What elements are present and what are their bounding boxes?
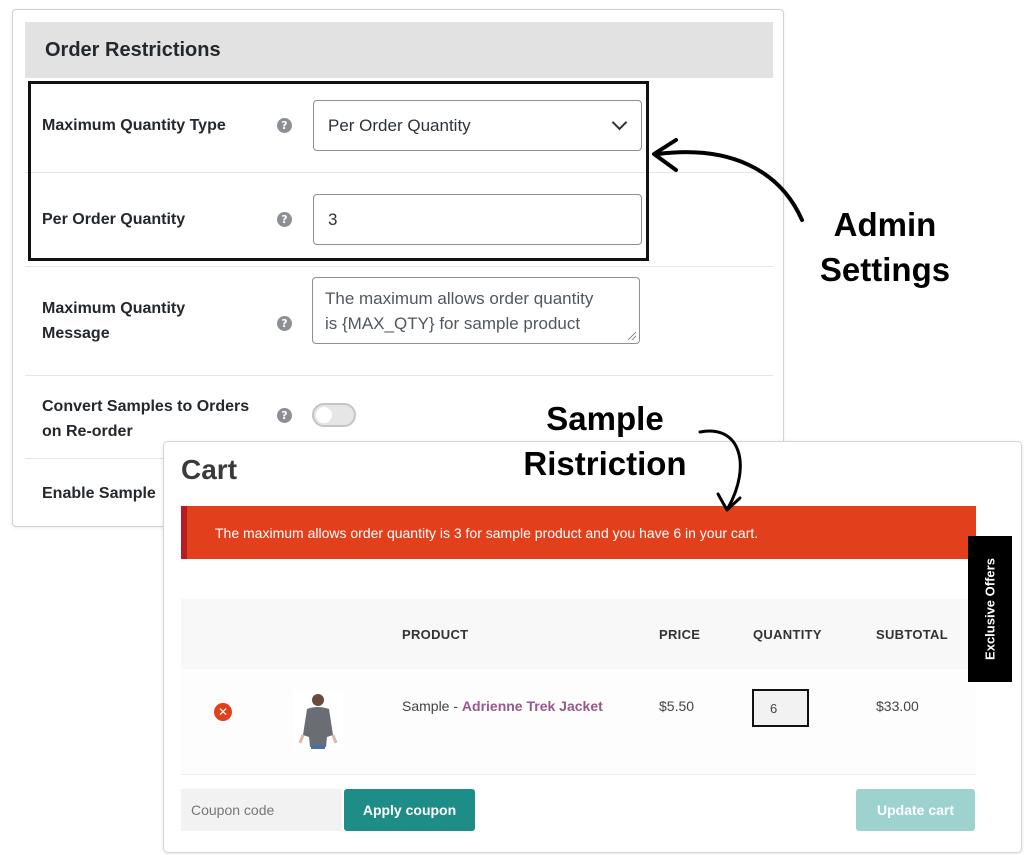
product-link[interactable]: Adrienne Trek Jacket <box>462 698 603 714</box>
convert-samples-label: Convert Samples to Orders on Re-order <box>42 394 249 444</box>
quantity-value: 6 <box>770 700 778 716</box>
annotation-line: Settings <box>819 251 951 288</box>
sample-restriction-annotation: Sample Ristriction <box>510 396 700 486</box>
remove-item-icon[interactable]: ✕ <box>214 703 232 721</box>
annotation-line: Ristriction <box>523 445 687 482</box>
help-icon[interactable]: ? <box>277 408 292 423</box>
max-qty-message-label: Maximum Quantity Message <box>42 296 185 346</box>
enable-sample-label: Enable Sample <box>42 485 156 502</box>
cart-panel: Cart The maximum allows order quantity i… <box>163 441 1022 853</box>
product-prefix: Sample - <box>402 698 462 714</box>
coupon-code-input[interactable]: Coupon code <box>181 789 342 831</box>
product-thumbnail[interactable] <box>293 691 343 749</box>
admin-settings-annotation: Admin Settings <box>810 202 960 292</box>
offers-tab-label: Exclusive Offers <box>982 558 998 660</box>
header-quantity: QUANTITY <box>753 627 822 642</box>
item-subtotal: $33.00 <box>876 698 919 714</box>
header-price: PRICE <box>659 627 701 642</box>
table-row: ✕ Sample - Adrienne Trek Jacket $5.50 6 … <box>181 669 976 775</box>
error-notice: The maximum allows order quantity is 3 f… <box>181 506 976 559</box>
resize-handle[interactable] <box>628 332 636 340</box>
highlight-frame <box>28 81 649 261</box>
textarea-line: The maximum allows order quantity <box>325 289 594 308</box>
label-line: Message <box>42 325 110 342</box>
item-price: $5.50 <box>659 698 695 714</box>
help-icon[interactable]: ? <box>277 316 292 331</box>
label-line: Maximum Quantity <box>42 300 186 317</box>
cart-title: Cart <box>181 454 238 485</box>
update-cart-button[interactable]: Update cart <box>856 789 975 831</box>
admin-arrow <box>652 138 804 222</box>
annotation-line: Admin <box>833 206 937 243</box>
table-header: PRODUCT PRICE QUANTITY SUBTOTAL <box>181 599 976 669</box>
label-line: Convert Samples to Orders <box>42 398 250 415</box>
header-product: PRODUCT <box>402 627 469 642</box>
section-title: Order Restrictions <box>25 22 773 78</box>
annotation-line: Sample <box>546 400 664 437</box>
label-line: on Re-order <box>42 423 133 440</box>
max-qty-message-textarea[interactable]: The maximum allows order quantity is {MA… <box>312 277 640 344</box>
toggle-knob <box>316 407 332 423</box>
header-subtotal: SUBTOTAL <box>876 627 948 642</box>
apply-coupon-button[interactable]: Apply coupon <box>344 789 475 831</box>
setting-row-max-qty-message: Maximum Quantity Message ? The maximum a… <box>25 267 773 376</box>
product-name: Sample - Adrienne Trek Jacket <box>402 698 603 714</box>
exclusive-offers-tab[interactable]: Exclusive Offers <box>968 536 1012 682</box>
quantity-input[interactable]: 6 <box>752 689 809 727</box>
convert-samples-toggle[interactable] <box>312 403 356 427</box>
textarea-line: is {MAX_QTY} for sample product <box>325 314 581 333</box>
restriction-arrow <box>698 429 742 512</box>
